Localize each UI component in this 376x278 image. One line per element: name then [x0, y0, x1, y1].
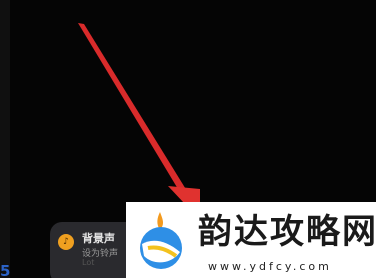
site-watermark: 韵达攻略网 www.ydfcy.com — [126, 202, 376, 278]
bird-logo-icon — [140, 212, 182, 269]
watermark-url: www.ydfcy.com — [208, 260, 332, 273]
music-icon: ♪ — [58, 234, 74, 250]
bottom-partial-text: 5 — [0, 262, 11, 278]
notification-faint-text: Lot — [82, 258, 95, 267]
watermark-title: 韵达攻略网 — [198, 212, 376, 252]
screen: ♪ 背景声 设为铃声 Lot 5 韵达攻略网 www.ydfcy.com — [0, 0, 376, 278]
notification-title: 背景声 — [82, 232, 115, 245]
